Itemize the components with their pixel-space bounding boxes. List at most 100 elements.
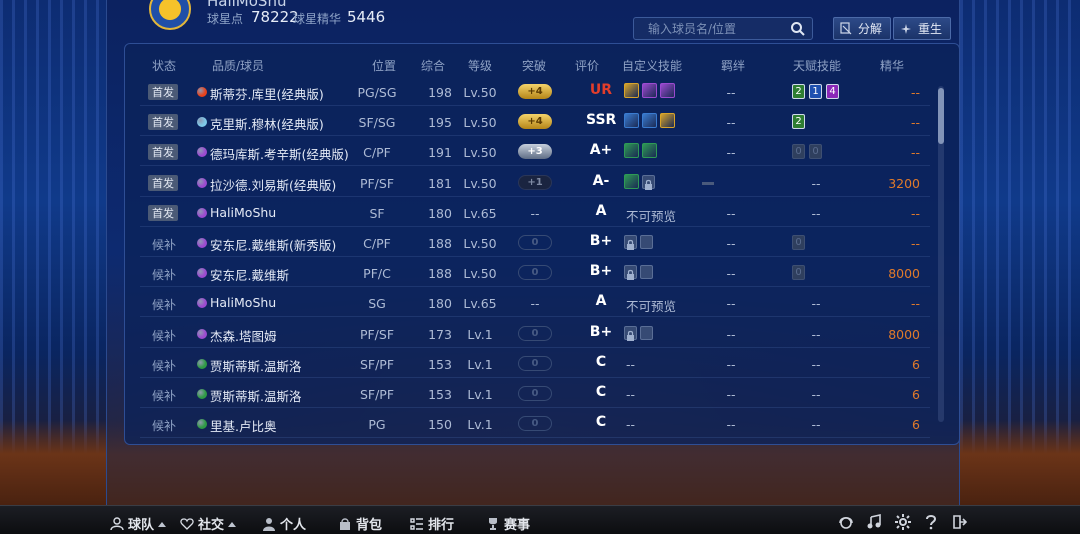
skill-icon[interactable] [624, 83, 639, 98]
table-row[interactable]: 候补 贾斯蒂斯.温斯洛 SF/PF 153 Lv.1 0 C -- -- -- 6 [140, 380, 930, 408]
status-text[interactable]: 候补 [152, 387, 176, 404]
table-row[interactable]: 首发 拉沙德.刘易斯(经典版) PF/SF 181 Lv.50 +1 A- -- 3200 [140, 169, 930, 197]
table-row[interactable]: 首发 斯蒂芬.库里(经典版) PG/SG 198 Lv.50 +4 UR -- 2 1 4 -- [140, 78, 930, 106]
quality-dot-icon [197, 87, 207, 97]
player-name[interactable]: HaliMoShu [210, 295, 276, 310]
skill-icon[interactable] [642, 83, 657, 98]
table-row[interactable]: 首发 HaliMoShu SF 180 Lv.65 -- A 不可预览 -- -- -- [140, 199, 930, 227]
status-text[interactable]: 候补 [152, 327, 176, 344]
skill-icon[interactable] [642, 143, 657, 159]
nav-events[interactable]: 赛事 [486, 514, 530, 533]
status-badge[interactable]: 首发 [148, 84, 178, 100]
talent-badge[interactable]: 0 [792, 235, 805, 250]
player-name[interactable]: 贾斯蒂斯.温斯洛 [210, 386, 301, 405]
search-input[interactable] [634, 18, 784, 39]
bottom-nav-bar: 球队 社交 个人 背包 排行 赛事 [0, 505, 1080, 534]
status-text[interactable]: 候补 [152, 296, 176, 313]
decompose-button[interactable]: 分解 [833, 17, 892, 40]
skill-icon[interactable] [660, 113, 675, 129]
talent-badge[interactable]: 2 [792, 84, 805, 99]
player-position: SF [369, 205, 385, 221]
player-name[interactable]: HaliMoShu [210, 205, 276, 220]
table-row[interactable]: 首发 德玛库斯.考辛斯(经典版) C/PF 191 Lv.50 +3 A+ -- 0 0 -- [140, 138, 930, 167]
col-breakthrough: 突破 [522, 59, 547, 73]
talent-badge[interactable]: 0 [792, 144, 805, 160]
breakthrough-badge: 0 [518, 416, 552, 432]
gear-icon[interactable] [895, 514, 911, 530]
support-icon[interactable] [838, 514, 854, 530]
nav-bag[interactable]: 背包 [338, 514, 382, 533]
table-row[interactable]: 候补 安东尼.戴维斯 PF/C 188 Lv.50 0 B+ -- 0 8000 [140, 259, 930, 288]
table-row[interactable]: 候补 HaliMoShu SG 180 Lv.65 -- A 不可预览 -- -- -- [140, 289, 930, 318]
bond-value: -- [726, 205, 736, 221]
lock-icon[interactable] [624, 235, 637, 250]
rebirth-button[interactable]: 重生 [893, 17, 952, 40]
nav-team[interactable]: 球队 [110, 514, 167, 533]
status-badge[interactable]: 首发 [148, 144, 178, 161]
empty-skill-slot[interactable] [640, 235, 653, 249]
talent-badge[interactable]: 1 [809, 84, 822, 99]
nav-ranking[interactable]: 排行 [410, 514, 454, 533]
player-name[interactable]: 里基.卢比奥 [210, 416, 276, 435]
player-name[interactable]: 克里斯.穆林(经典版) [210, 114, 324, 133]
player-name[interactable]: 安东尼.戴维斯(新秀版) [210, 235, 336, 254]
skill-preview-text: -- [626, 417, 636, 433]
table-row[interactable]: 首发 克里斯.穆林(经典版) SF/SG 195 Lv.50 +4 SSR -- 2 -- [140, 108, 930, 137]
skill-icon[interactable] [660, 83, 675, 98]
lock-icon[interactable] [642, 174, 655, 190]
decompose-label: 分解 [858, 22, 883, 36]
status-text[interactable]: 候补 [152, 357, 176, 374]
roster-scrollbar[interactable] [938, 86, 944, 422]
table-row[interactable]: 候补 里基.卢比奥 PG 150 Lv.1 0 C -- -- -- 6 [140, 410, 930, 439]
player-name[interactable]: 德玛库斯.考辛斯(经典版) [210, 144, 349, 163]
player-level: Lv.65 [463, 296, 497, 312]
empty-skill-slot[interactable] [640, 265, 653, 280]
talent-badge[interactable]: 4 [826, 84, 839, 99]
skill-icon[interactable] [624, 143, 639, 159]
help-icon[interactable] [923, 514, 939, 530]
search-icon[interactable] [790, 21, 806, 37]
essence-value: -- [910, 296, 920, 312]
bond-value: -- [726, 85, 736, 100]
skill-icon[interactable] [624, 173, 639, 189]
player-level: Lv.1 [467, 356, 493, 372]
player-name[interactable]: 安东尼.戴维斯 [210, 265, 289, 284]
grade-label: A [595, 293, 607, 310]
exit-icon[interactable] [951, 514, 967, 530]
lock-icon[interactable] [624, 265, 637, 281]
player-name[interactable]: 斯蒂芬.库里(经典版) [210, 84, 324, 103]
status-text[interactable]: 候补 [152, 417, 176, 434]
status-text[interactable]: 候补 [152, 236, 176, 253]
nav-personal[interactable]: 个人 [262, 514, 306, 533]
col-overall: 综合 [421, 59, 446, 73]
talent-badge[interactable]: 0 [809, 144, 822, 160]
skill-icon[interactable] [624, 113, 639, 129]
bond-value: -- [726, 266, 736, 282]
status-badge[interactable]: 首发 [148, 174, 178, 191]
music-icon[interactable] [866, 514, 882, 530]
player-name[interactable]: 贾斯蒂斯.温斯洛 [210, 356, 301, 375]
status-badge[interactable]: 首发 [148, 114, 178, 131]
empty-skill-slot[interactable] [640, 325, 653, 340]
table-row[interactable]: 候补 贾斯蒂斯.温斯洛 SF/PF 153 Lv.1 0 C -- -- -- 6 [140, 350, 930, 378]
talent-badge[interactable]: 2 [792, 114, 805, 130]
heart-icon [180, 517, 194, 530]
quality-dot-icon [197, 419, 207, 430]
player-level: Lv.50 [463, 266, 497, 282]
table-row[interactable]: 候补 杰森.塔图姆 PF/SF 173 Lv.1 0 B+ -- -- 8000 [140, 320, 930, 348]
quality-dot-icon [197, 238, 207, 248]
skill-icon[interactable] [642, 113, 657, 129]
skill-preview-text: -- [626, 356, 636, 372]
status-badge[interactable]: 首发 [148, 204, 178, 221]
player-name[interactable]: 拉沙德.刘易斯(经典版) [210, 175, 336, 194]
nav-social[interactable]: 社交 [180, 514, 237, 533]
lock-icon[interactable] [624, 325, 637, 341]
col-grade: 评价 [575, 59, 600, 73]
status-text[interactable]: 候补 [152, 266, 176, 283]
player-level: Lv.50 [463, 175, 497, 191]
player-name[interactable]: 杰森.塔图姆 [210, 326, 276, 345]
talent-badge[interactable]: 0 [792, 265, 805, 281]
table-row[interactable]: 候补 安东尼.戴维斯(新秀版) C/PF 188 Lv.50 0 B+ -- 0 -- [140, 229, 930, 257]
scrollbar-thumb[interactable] [938, 88, 944, 144]
quality-dot-icon [197, 358, 207, 369]
